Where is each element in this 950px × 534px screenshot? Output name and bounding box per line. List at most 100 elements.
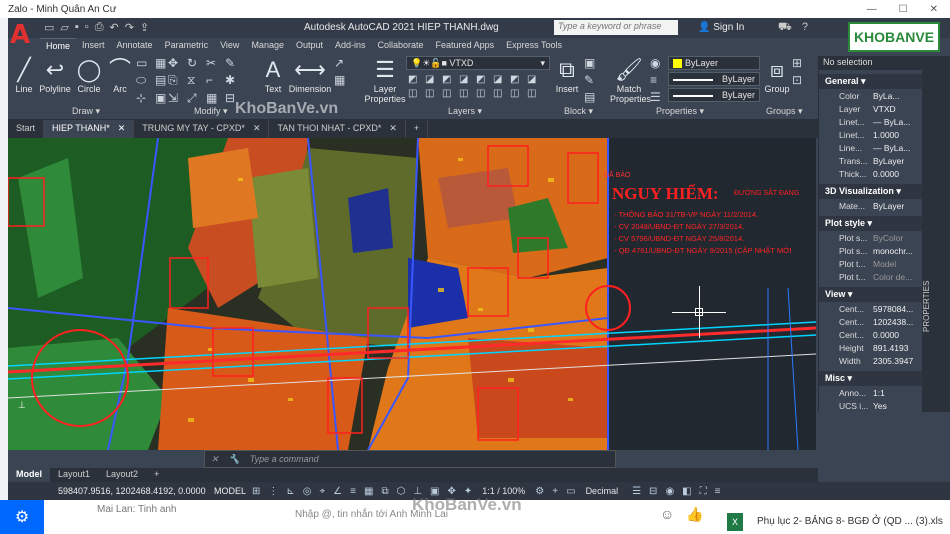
wrench-icon[interactable]: 🔧 [229, 454, 240, 464]
layer-tool-icon[interactable]: ◫ [425, 88, 439, 99]
clean-screen-icon[interactable]: ⛶ [700, 486, 707, 497]
erase-icon[interactable]: ✎ [225, 56, 241, 70]
otrack-icon[interactable]: ∠ [333, 486, 342, 497]
lineweight-toggle-icon[interactable]: ≡ [350, 486, 356, 497]
layer-dropdown[interactable]: 💡☀🔓■ VTXD ▾ [406, 56, 550, 70]
file-tab[interactable]: HIEP THANH* ✕ [44, 120, 135, 138]
section-general[interactable]: General ▾ [819, 74, 922, 89]
property-row[interactable]: Width 2305.3947 [819, 354, 922, 367]
layers-panel-label[interactable]: Layers ▾ [448, 106, 482, 117]
group-button[interactable]: ⧈ Group [764, 56, 790, 94]
minimize-icon[interactable]: — [867, 4, 877, 15]
emoji-icon[interactable]: ☺ [660, 506, 674, 522]
stretch-icon[interactable]: ⇲ [168, 91, 184, 106]
tab-collaborate[interactable]: Collaborate [372, 38, 430, 54]
file-tab[interactable]: TAN THOI NHAT - CPXD* ✕ [269, 120, 406, 138]
zalo-file-name[interactable]: Phụ lục 2- BẢNG 8- BGĐ Ở (QD ... (3).xls [757, 516, 943, 527]
property-row[interactable]: Linet... — ByLa... [819, 115, 922, 128]
leader-icon[interactable]: ↗ [334, 56, 350, 70]
ungroup-icon[interactable]: ⊞ [792, 56, 806, 70]
text-button[interactable]: A Text [262, 56, 284, 94]
model-space-button[interactable]: MODEL [208, 486, 252, 496]
print-icon[interactable]: ⎙ [95, 21, 104, 34]
property-row[interactable]: Plot s... monochr... [819, 244, 922, 257]
line-button[interactable]: ╱ Line [12, 56, 36, 94]
table-icon[interactable]: ▦ [334, 73, 350, 87]
groups-panel-label[interactable]: Groups ▾ [766, 106, 803, 117]
customize-icon[interactable]: ≡ [715, 486, 721, 497]
property-row[interactable]: Cent... 1202438... [819, 315, 922, 328]
layer-tool-icon[interactable]: ◫ [527, 88, 541, 99]
quick-props-icon[interactable]: ☰ [632, 486, 641, 497]
layer-tool-icon[interactable]: ◩ [408, 74, 422, 85]
sign-in-button[interactable]: 👤 Sign In [698, 22, 744, 33]
copy-icon[interactable]: ⎘ [168, 73, 184, 88]
section-view[interactable]: View ▾ [819, 287, 922, 302]
layer-tool-icon[interactable]: ◫ [510, 88, 524, 99]
section-misc[interactable]: Misc ▾ [819, 371, 922, 386]
layout-tab[interactable]: Layout1 [50, 468, 98, 482]
layer-tool-icon[interactable]: ◩ [476, 74, 490, 85]
tab-home[interactable]: Home [40, 38, 77, 54]
block-panel-label[interactable]: Block ▾ [564, 106, 593, 117]
layer-tool-icon[interactable]: ◫ [459, 88, 473, 99]
thumbs-up-icon[interactable]: 👍 [686, 506, 703, 523]
units-readout[interactable]: Decimal [586, 486, 619, 496]
grid-icon[interactable]: ⊞ [252, 486, 260, 497]
arc-button[interactable]: ⌒ Arc [108, 56, 132, 94]
new-icon[interactable]: ▭ [44, 21, 54, 34]
color-wheel-icon[interactable]: ◉ [650, 56, 664, 70]
tab-featured-apps[interactable]: Featured Apps [430, 38, 501, 54]
layout-tab[interactable]: Layout2 [98, 468, 146, 482]
quick-properties-icon[interactable]: ▭ [566, 486, 575, 497]
close-icon[interactable]: ✕ [930, 4, 938, 15]
command-line[interactable]: ✕ 🔧 Type a command [204, 450, 616, 468]
lock-ui-icon[interactable]: ⊟ [649, 486, 657, 497]
properties-panel-label[interactable]: Properties ▾ [656, 106, 704, 117]
coordinates-readout[interactable]: 598407.9516, 1202468.4192, 0.0000 [8, 486, 208, 496]
array-icon[interactable]: ▦ [206, 91, 222, 106]
polar-icon[interactable]: ◎ [303, 486, 312, 497]
close-tab-icon[interactable]: ✕ [389, 123, 397, 135]
property-row[interactable]: Line... — ByLa... [819, 141, 922, 154]
close-tab-icon[interactable]: ✕ [118, 123, 126, 135]
polyline-button[interactable]: ↩ Polyline [38, 56, 72, 94]
group-edit-icon[interactable]: ⊡ [792, 73, 806, 87]
layer-tool-icon[interactable]: ◩ [510, 74, 524, 85]
ellipse-icon[interactable]: ⬭ [136, 73, 152, 88]
layer-tool-icon[interactable]: ◪ [493, 74, 507, 85]
property-row[interactable]: Layer VTXD [819, 102, 922, 115]
layout-tab[interactable]: Model [8, 468, 50, 482]
redo-icon[interactable]: ↷ [125, 21, 134, 34]
property-row[interactable]: Height 891.4193 [819, 341, 922, 354]
open-icon[interactable]: ▱ [60, 21, 68, 34]
layer-tool-icon[interactable]: ◪ [527, 74, 541, 85]
rectangle-icon[interactable]: ▭ [136, 56, 152, 70]
dimension-button[interactable]: ⟷ Dimension [288, 56, 332, 94]
explode-icon[interactable]: ✱ [225, 73, 241, 88]
search-input[interactable]: Type a keyword or phrase [554, 20, 678, 35]
share-icon[interactable]: ⇪ [140, 21, 149, 34]
lineweight-icon[interactable]: ☰ [650, 90, 664, 104]
help-icon[interactable]: ? [802, 21, 808, 35]
layer-properties-button[interactable]: ☰ Layer Properties [364, 56, 406, 104]
match-properties-button[interactable]: 🖌 Match Properties [610, 56, 651, 104]
trim-icon[interactable]: ✂ [206, 56, 222, 70]
layer-tool-icon[interactable]: ◩ [442, 74, 456, 85]
property-row[interactable]: UCS i... Yes [819, 399, 922, 412]
draw-panel-label[interactable]: Draw ▾ [72, 106, 100, 117]
maximize-icon[interactable]: ☐ [899, 4, 908, 15]
insert-button[interactable]: ⧉ Insert [554, 56, 580, 94]
selection-dropdown[interactable]: No selection [819, 56, 922, 70]
3d-osnap-icon[interactable]: ⬡ [397, 486, 406, 497]
tab-express-tools[interactable]: Express Tools [500, 38, 568, 54]
ortho-icon[interactable]: ⊾ [286, 486, 294, 497]
property-row[interactable]: Plot t... Model [819, 257, 922, 270]
layer-tool-icon[interactable]: ◪ [425, 74, 439, 85]
isolate-icon[interactable]: ◉ [665, 486, 674, 497]
file-tab[interactable]: Start [8, 120, 45, 138]
modify-panel-label[interactable]: Modify ▾ [194, 106, 228, 117]
tab-output[interactable]: Output [290, 38, 329, 54]
workspace-gear-icon[interactable]: ⚙ [535, 486, 544, 497]
property-row[interactable]: Cent... 0.0000 [819, 328, 922, 341]
